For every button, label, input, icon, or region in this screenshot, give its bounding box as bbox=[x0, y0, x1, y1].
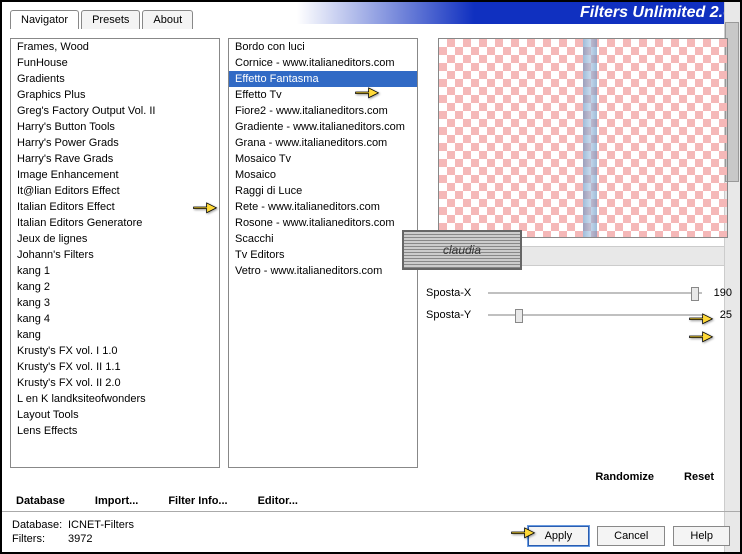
db-label: Database: bbox=[12, 518, 68, 532]
filter-item[interactable]: Grana - www.italianeditors.com bbox=[229, 135, 417, 151]
main-panel: Frames, WoodFunHouseGradientsGraphics Pl… bbox=[2, 29, 740, 491]
param-row: Sposta-X 190 bbox=[426, 284, 732, 302]
param-row: Sposta-Y 25 bbox=[426, 306, 732, 324]
category-item[interactable]: kang 3 bbox=[11, 295, 219, 311]
category-item[interactable]: Greg's Factory Output Vol. II bbox=[11, 103, 219, 119]
category-item[interactable]: Krusty's FX vol. I 1.0 bbox=[11, 343, 219, 359]
category-item[interactable]: kang 4 bbox=[11, 311, 219, 327]
filter-item[interactable]: Raggi di Luce bbox=[229, 183, 417, 199]
category-item[interactable]: Layout Tools bbox=[11, 407, 219, 423]
category-item[interactable]: Italian Editors Effect bbox=[11, 199, 219, 215]
category-item[interactable]: Lens Effects bbox=[11, 423, 219, 439]
category-item[interactable]: Image Enhancement bbox=[11, 167, 219, 183]
category-item[interactable]: kang bbox=[11, 327, 219, 343]
help-button[interactable]: Help bbox=[673, 526, 730, 546]
category-item[interactable]: Gradients bbox=[11, 71, 219, 87]
status-info: Database:ICNET-Filters Filters:3972 bbox=[12, 518, 134, 546]
app-title: Filters Unlimited 2.0 bbox=[580, 4, 732, 22]
editor-button[interactable]: Editor... bbox=[258, 495, 298, 507]
filter-item[interactable]: Effetto Fantasma bbox=[229, 71, 417, 87]
slider-thumb[interactable] bbox=[691, 287, 699, 301]
filter-item[interactable]: Fiore2 - www.italianeditors.com bbox=[229, 103, 417, 119]
parameters-panel: Sposta-X 190 Sposta-Y 25 bbox=[426, 284, 732, 328]
filter-item[interactable]: Mosaico Tv bbox=[229, 151, 417, 167]
toolbar-row: Database Import... Filter Info... Editor… bbox=[2, 491, 740, 511]
reset-button[interactable]: Reset bbox=[684, 471, 714, 483]
preview-effect-bar bbox=[583, 39, 597, 237]
category-item[interactable]: Graphics Plus bbox=[11, 87, 219, 103]
tab-strip: Navigator Presets About bbox=[10, 10, 195, 29]
watermark: claudia bbox=[402, 230, 522, 270]
tab-about[interactable]: About bbox=[142, 10, 193, 29]
category-item[interactable]: kang 2 bbox=[11, 279, 219, 295]
apply-button[interactable]: Apply bbox=[528, 526, 590, 546]
param-value: 190 bbox=[702, 287, 732, 299]
category-item[interactable]: FunHouse bbox=[11, 55, 219, 71]
count-value: 3972 bbox=[68, 533, 92, 545]
filter-item[interactable]: Effetto Tv bbox=[229, 87, 417, 103]
db-value: ICNET-Filters bbox=[68, 519, 134, 531]
param-value: 25 bbox=[702, 309, 732, 321]
preview-buttons: Randomize Reset bbox=[426, 471, 732, 483]
category-item[interactable]: kang 1 bbox=[11, 263, 219, 279]
category-item[interactable]: Harry's Button Tools bbox=[11, 119, 219, 135]
filter-item[interactable]: Mosaico bbox=[229, 167, 417, 183]
header: Navigator Presets About Filters Unlimite… bbox=[2, 2, 740, 30]
filter-item[interactable]: Tv Editors bbox=[229, 247, 417, 263]
category-item[interactable]: Italian Editors Generatore bbox=[11, 215, 219, 231]
database-button[interactable]: Database bbox=[16, 495, 65, 507]
import-button[interactable]: Import... bbox=[95, 495, 138, 507]
filter-item[interactable]: Scacchi bbox=[229, 231, 417, 247]
category-item[interactable]: Frames, Wood bbox=[11, 39, 219, 55]
filter-item[interactable]: Cornice - www.italianeditors.com bbox=[229, 55, 417, 71]
filter-info-button[interactable]: Filter Info... bbox=[168, 495, 227, 507]
param-slider[interactable] bbox=[488, 284, 702, 302]
filter-item[interactable]: Gradiente - www.italianeditors.com bbox=[229, 119, 417, 135]
category-item[interactable]: Johann's Filters bbox=[11, 247, 219, 263]
tab-presets[interactable]: Presets bbox=[81, 10, 140, 29]
param-label: Sposta-X bbox=[426, 287, 488, 299]
category-item[interactable]: Krusty's FX vol. II 2.0 bbox=[11, 375, 219, 391]
cancel-button[interactable]: Cancel bbox=[597, 526, 665, 546]
category-item[interactable]: Krusty's FX vol. II 1.1 bbox=[11, 359, 219, 375]
tab-navigator[interactable]: Navigator bbox=[10, 10, 79, 29]
randomize-button[interactable]: Randomize bbox=[595, 471, 654, 483]
category-item[interactable]: Jeux de lignes bbox=[11, 231, 219, 247]
footer: Database:ICNET-Filters Filters:3972 Appl… bbox=[2, 511, 740, 552]
preview-image bbox=[438, 38, 728, 238]
slider-thumb[interactable] bbox=[515, 309, 523, 323]
filter-item[interactable]: Bordo con luci bbox=[229, 39, 417, 55]
count-label: Filters: bbox=[12, 532, 68, 546]
category-item[interactable]: Harry's Rave Grads bbox=[11, 151, 219, 167]
footer-buttons: Apply Cancel Help bbox=[528, 526, 730, 546]
filter-item[interactable]: Rosone - www.italianeditors.com bbox=[229, 215, 417, 231]
category-item[interactable]: Harry's Power Grads bbox=[11, 135, 219, 151]
category-item[interactable]: It@lian Editors Effect bbox=[11, 183, 219, 199]
category-item[interactable]: L en K landksiteofwonders bbox=[11, 391, 219, 407]
filter-item[interactable]: Rete - www.italianeditors.com bbox=[229, 199, 417, 215]
category-list[interactable]: Frames, WoodFunHouseGradientsGraphics Pl… bbox=[10, 38, 220, 468]
filter-item[interactable]: Vetro - www.italianeditors.com bbox=[229, 263, 417, 279]
param-label: Sposta-Y bbox=[426, 309, 488, 321]
param-slider[interactable] bbox=[488, 306, 702, 324]
title-bar: Filters Unlimited 2.0 bbox=[297, 2, 740, 24]
filter-list[interactable]: Bordo con luciCornice - www.italianedito… bbox=[228, 38, 418, 468]
